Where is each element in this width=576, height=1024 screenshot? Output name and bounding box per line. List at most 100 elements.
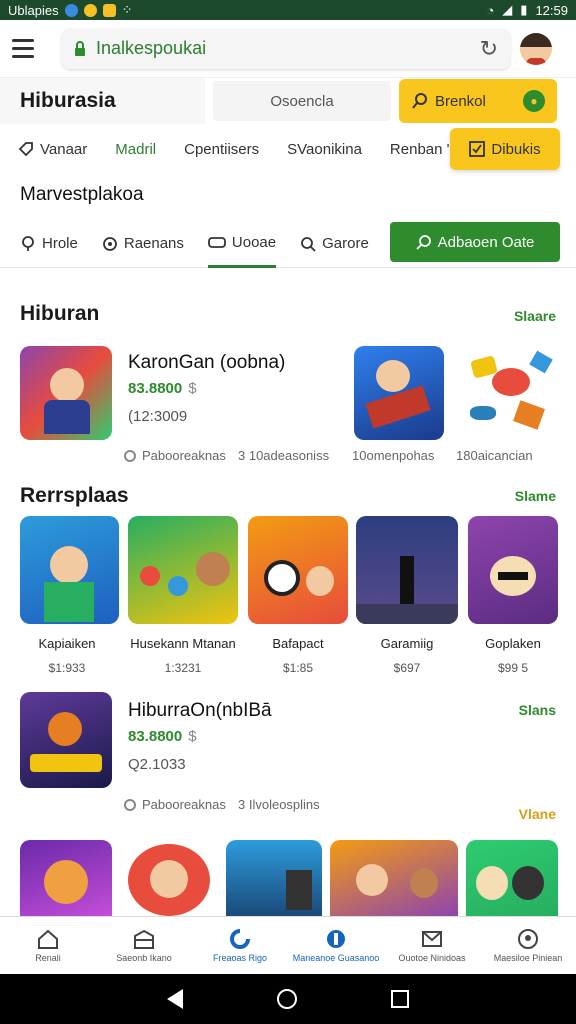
- see-more-link[interactable]: Slame: [515, 488, 556, 504]
- game-thumbnail[interactable]: [20, 346, 112, 440]
- game-thumbnail[interactable]: [20, 840, 112, 916]
- game-name[interactable]: Husekann Mtanan: [128, 636, 238, 651]
- character-art: [410, 868, 438, 898]
- game-thumbnail[interactable]: [20, 516, 119, 624]
- game-thumbnail[interactable]: [354, 346, 444, 440]
- bottom-nav-label: Maneanoe Guasanoo: [292, 953, 380, 963]
- back-icon[interactable]: [167, 989, 183, 1009]
- avatar[interactable]: [520, 32, 552, 65]
- gem-art: [529, 350, 553, 374]
- game-thumbnail[interactable]: [226, 840, 322, 916]
- address-bar[interactable]: Inalkespoukai ↻: [62, 28, 510, 69]
- add-button[interactable]: Adbaoen Oate: [390, 222, 560, 262]
- bottom-nav-discover[interactable]: Freaoas Rigo: [192, 917, 288, 974]
- search-field[interactable]: Osoencla: [213, 81, 391, 121]
- nav-item[interactable]: Garore: [300, 220, 369, 268]
- status-bar: Ublapies ⁘ ◔ ◢ ▮ 12:59: [0, 0, 576, 20]
- character-art: [376, 360, 410, 392]
- game-thumbnail[interactable]: [462, 346, 558, 440]
- price-value: 83.8800: [128, 380, 183, 397]
- game-price: $99 5: [497, 661, 529, 675]
- featured-price: 83.8800 $: [128, 728, 197, 745]
- game-thumbnail[interactable]: [468, 516, 558, 624]
- meta-text: Pabooreaknas: [142, 797, 226, 812]
- game-price: $1:933: [48, 661, 86, 675]
- bottom-nav-games[interactable]: Maneanoe Guasanoo: [288, 917, 384, 974]
- system-nav-bar: [0, 974, 576, 1024]
- gem-art: [140, 566, 160, 586]
- game-thumbnail[interactable]: [124, 840, 214, 916]
- character-art: [150, 860, 188, 898]
- category-label: Renban ': [389, 140, 450, 158]
- marketplace-title: Marvestplakoa: [20, 184, 144, 205]
- featured-meta: Pabooreaknas: [124, 448, 226, 463]
- reload-icon[interactable]: ↻: [480, 36, 498, 62]
- bottom-nav-label: Saeonb Ikano: [116, 953, 172, 963]
- header-row: Hiburasia Osoencla Brenkol ●: [0, 78, 576, 124]
- character-art: [400, 556, 414, 606]
- category-item[interactable]: Renban ': [390, 141, 450, 158]
- see-more-link[interactable]: Slans: [519, 702, 556, 718]
- category-item[interactable]: Madril: [115, 141, 156, 158]
- tag-icon: [18, 142, 33, 157]
- battery-icon: ▮: [520, 2, 528, 17]
- nav-row: Hrole Raenans Uooae Garore Adbaoen Oate: [0, 220, 576, 268]
- meta-text: Pabooreaknas: [142, 448, 226, 463]
- game-name[interactable]: Bafapact: [243, 636, 353, 651]
- category-item[interactable]: SVaonikina: [287, 141, 362, 158]
- character-art: [50, 546, 88, 584]
- recents-icon[interactable]: [391, 990, 409, 1008]
- home-icon: [38, 929, 58, 949]
- game-name[interactable]: Kapiaiken: [12, 636, 122, 651]
- game-thumbnail[interactable]: [356, 516, 458, 624]
- featured-price: 83.8800 $: [128, 380, 197, 397]
- game-thumbnail[interactable]: [20, 692, 112, 788]
- game-thumbnail[interactable]: [466, 840, 558, 916]
- game-thumbnail[interactable]: [128, 516, 238, 624]
- profile-icon: [518, 929, 538, 949]
- see-more-link[interactable]: Slaare: [514, 308, 556, 324]
- category-label: Cpentiisers: [184, 140, 260, 158]
- featured-game-name[interactable]: HiburraOn(nbIBā: [128, 700, 272, 722]
- character-art: [44, 860, 88, 904]
- category-item[interactable]: Cpentiisers: [184, 141, 259, 158]
- category-label: Madril: [115, 140, 157, 158]
- see-more-link[interactable]: Vlane: [519, 806, 556, 822]
- meta-text: 10omenpohas: [352, 448, 435, 463]
- bottom-nav-profile[interactable]: Maesiloe Piniean: [480, 917, 576, 974]
- game-thumbnail[interactable]: [248, 516, 348, 624]
- gem-art: [168, 576, 188, 596]
- character-art: [196, 552, 230, 586]
- game-thumbnail[interactable]: [330, 840, 458, 916]
- logo-art: [30, 754, 102, 772]
- featured-sub: (12:3009: [128, 408, 188, 425]
- character-art: [264, 560, 300, 596]
- menu-icon[interactable]: [12, 33, 44, 65]
- character-art: [306, 566, 334, 596]
- section-title: Rerrsplaas: [20, 484, 129, 507]
- bottom-nav-label: Freaoas Rigo: [212, 953, 268, 963]
- bottom-nav-label: Ouotoe Ninidoas: [398, 953, 466, 963]
- bottom-nav-mail[interactable]: Ouotoe Ninidoas: [384, 917, 480, 974]
- game-name[interactable]: Goplaken: [458, 636, 568, 651]
- more-icon: ⁘: [121, 2, 133, 17]
- search-icon: [412, 93, 427, 109]
- game-name[interactable]: Garamiig: [352, 636, 462, 651]
- nav-item[interactable]: Uooae: [207, 220, 277, 268]
- games-icon: [327, 930, 345, 948]
- home-circle-icon[interactable]: [277, 989, 297, 1009]
- deals-button[interactable]: Dibukis: [450, 128, 560, 170]
- bottom-nav-store[interactable]: Saeonb Ikano: [96, 917, 192, 974]
- nav-label: Garore: [322, 235, 369, 252]
- category-label: Vanaar: [40, 140, 88, 158]
- url-text: Inalkespoukai: [96, 38, 207, 58]
- character-art: [48, 712, 82, 746]
- featured-game-name[interactable]: KaronGan (oobna): [128, 352, 285, 374]
- nav-item[interactable]: Raenans: [102, 220, 184, 268]
- bottom-nav-home[interactable]: Renali: [0, 917, 96, 974]
- nav-item[interactable]: Hrole: [20, 220, 78, 268]
- featured-meta: Pabooreaknas: [124, 797, 226, 812]
- signal-icon: ◢: [502, 2, 513, 17]
- category-item[interactable]: Vanaar: [18, 141, 87, 158]
- search-button[interactable]: Brenkol ●: [399, 79, 557, 123]
